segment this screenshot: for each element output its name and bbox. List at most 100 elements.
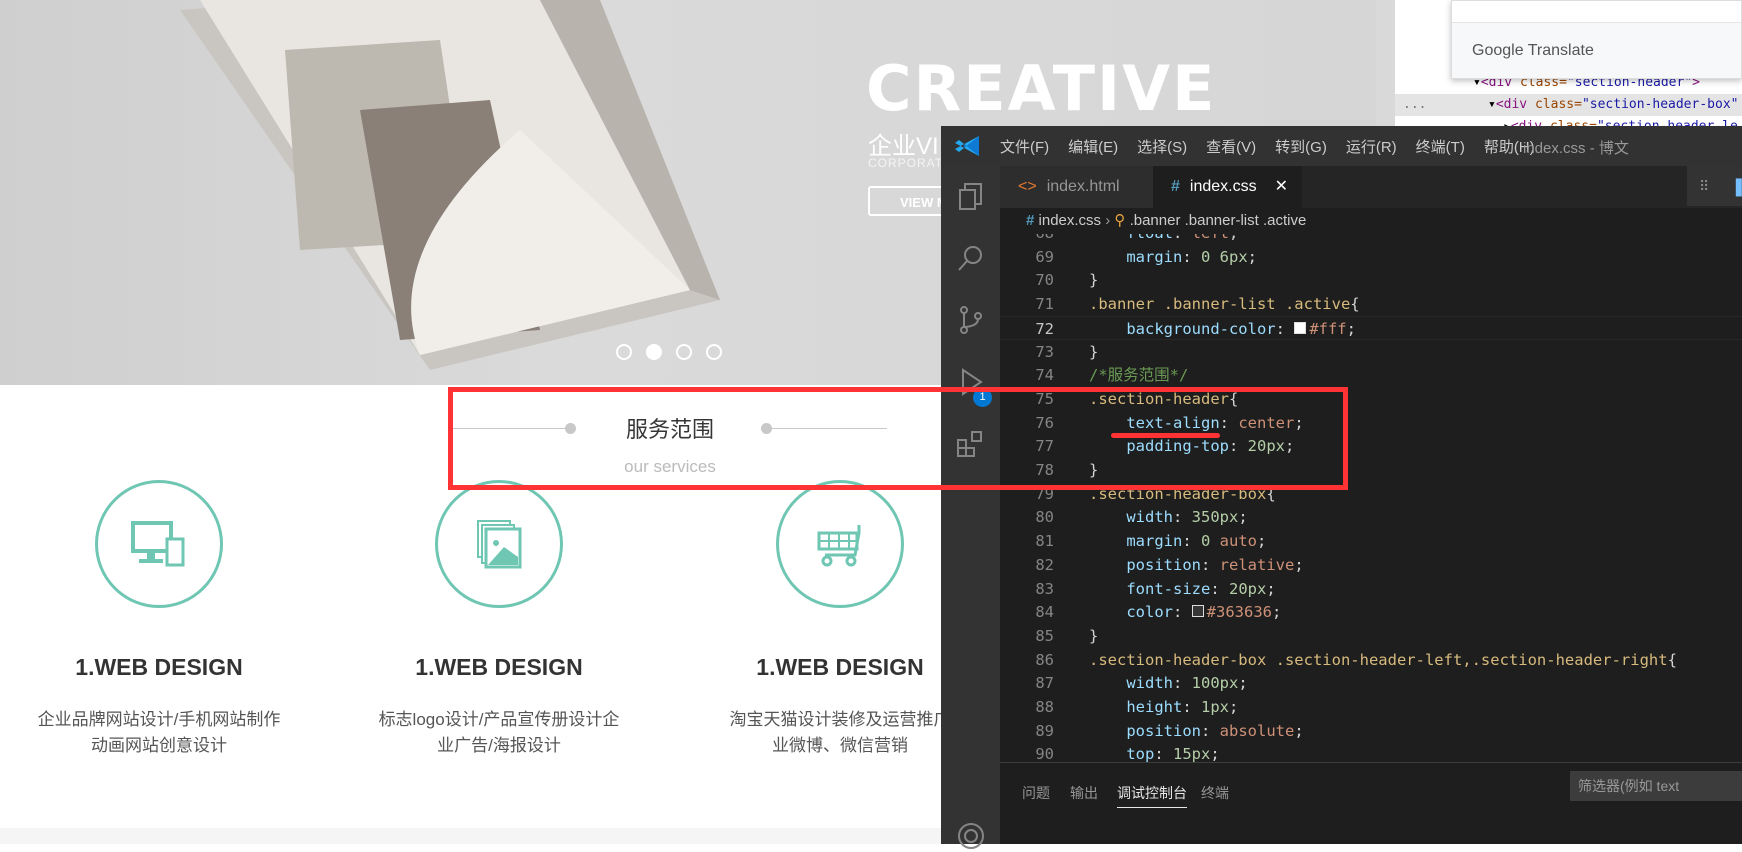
code-editor[interactable]: 68 float: left;69 margin: 0 6px;70}71.ba… xyxy=(1000,234,1742,762)
menu-item[interactable]: 编辑(E) xyxy=(1068,136,1118,157)
google-translate-label: Google Translate xyxy=(1472,42,1594,59)
code-token: 0 xyxy=(1201,532,1220,551)
code-text: margin: 0 auto; xyxy=(1089,529,1266,553)
tab-index-css[interactable]: # index.css ✕ xyxy=(1153,166,1302,208)
line-number: 84 xyxy=(1035,603,1054,622)
code-token: ; xyxy=(1294,555,1304,574)
menu-item[interactable]: 查看(V) xyxy=(1206,136,1256,157)
banner-dot-3[interactable] xyxy=(676,344,692,360)
color-swatch xyxy=(1191,605,1204,618)
tab-label: index.css xyxy=(1189,178,1257,195)
source-control-icon[interactable] xyxy=(955,304,987,336)
line-number: 69 xyxy=(1035,247,1054,266)
breadcrumb-symbol[interactable]: .banner .banner-list .active xyxy=(1130,212,1307,229)
line-number: 81 xyxy=(1035,532,1054,551)
code-line[interactable]: 83 font-size: 20px; xyxy=(1000,577,1742,601)
breadcrumb-file[interactable]: index.css xyxy=(1039,212,1102,229)
line-number: 89 xyxy=(1035,721,1054,740)
filter-input[interactable]: 筛选器(例如 text xyxy=(1570,771,1742,801)
pause-icon[interactable]: ❚❚ xyxy=(1731,176,1742,197)
code-line[interactable]: 71 .banner .banner-list .active{ xyxy=(1000,292,1742,316)
code-line[interactable]: 80 width: 350px; xyxy=(1000,505,1742,529)
debug-toolbar: ⠿❚❚↷ xyxy=(1687,166,1742,206)
code-token: width xyxy=(1126,674,1173,693)
service-card: 1.WEB DESIGN 标志logo设计/产品宣传册设计企 业广告/海报设计 xyxy=(349,480,649,759)
code-text: } xyxy=(1089,624,1098,648)
code-line[interactable]: 81 margin: 0 auto; xyxy=(1000,529,1742,553)
service-description: 企业品牌网站设计/手机网站制作 动画网站创意设计 xyxy=(9,707,309,759)
banner-dot-2-active[interactable] xyxy=(646,344,662,360)
underline-annotation xyxy=(1111,433,1220,438)
code-text: margin: 0 6px; xyxy=(1089,245,1257,269)
code-line[interactable]: 87 width: 100px; xyxy=(1000,671,1742,695)
breadcrumb: # index.css › ⚲ .banner .banner-list .ac… xyxy=(1000,208,1742,234)
code-token: #363636 xyxy=(1206,603,1272,622)
code-line[interactable]: 74 /*服务范围*/ xyxy=(1000,363,1742,387)
code-line[interactable]: 86 .section-header-box .section-header-le… xyxy=(1000,648,1742,672)
menu-item[interactable]: 终端(T) xyxy=(1416,136,1465,157)
menu-item[interactable]: 转到(G) xyxy=(1275,136,1327,157)
code-token: : xyxy=(1200,555,1220,574)
chevron-right-icon: › xyxy=(1105,212,1111,229)
line-number: 82 xyxy=(1035,555,1054,574)
menu-item[interactable]: 文件(F) xyxy=(1000,136,1049,157)
code-line[interactable]: 73} xyxy=(1000,340,1742,364)
panel-tab[interactable]: 问题 xyxy=(1022,783,1050,803)
code-token: ; xyxy=(1238,508,1248,527)
code-line[interactable]: 88 height: 1px; xyxy=(1000,695,1742,719)
next-section-background xyxy=(0,828,941,844)
code-token: { xyxy=(1667,650,1677,669)
line-number: 83 xyxy=(1035,579,1054,598)
code-text: } xyxy=(1089,340,1098,364)
tab-index-html[interactable]: <> index.html xyxy=(1000,166,1153,208)
code-line[interactable]: 72 background-color: #fff; xyxy=(1000,315,1742,340)
code-token: : xyxy=(1182,532,1201,551)
code-text: width: 100px; xyxy=(1089,671,1248,695)
code-line[interactable]: 90 top: 15px; xyxy=(1000,742,1742,762)
banner-dot-1[interactable] xyxy=(616,344,632,360)
panel-tab[interactable]: 调试控制台 xyxy=(1117,783,1187,808)
service-icon-circle xyxy=(95,480,223,608)
editor-tabs: <>index.html #index.css✕ ⠿❚❚↷ xyxy=(1000,166,1742,208)
dom-node-section-header-box[interactable]: ... ▾<div class="section-header-box" xyxy=(1395,94,1742,116)
code-line[interactable]: 69 margin: 0 6px; xyxy=(1000,245,1742,269)
panel-tab[interactable]: 终端 xyxy=(1201,783,1229,803)
code-token: height xyxy=(1126,698,1183,716)
code-token: color xyxy=(1126,603,1173,622)
code-token: #fff xyxy=(1309,319,1347,338)
code-token: : xyxy=(1182,247,1201,266)
explorer-icon[interactable] xyxy=(955,180,987,212)
account-icon[interactable] xyxy=(955,820,987,852)
code-line[interactable]: 68 float: left; xyxy=(1000,234,1742,245)
code-text: } xyxy=(1089,268,1098,292)
line-number: 87 xyxy=(1035,674,1054,693)
code-text: position: absolute; xyxy=(1089,719,1303,743)
devices-icon xyxy=(131,521,185,567)
code-token: absolute xyxy=(1219,721,1295,740)
cart-icon xyxy=(817,525,861,567)
banner-dot-4[interactable] xyxy=(706,344,722,360)
code-token: ; xyxy=(1238,674,1248,693)
code-line[interactable]: 84 color: #363636; xyxy=(1000,600,1742,624)
code-line[interactable]: 89 position: absolute; xyxy=(1000,719,1742,743)
code-line[interactable]: 85} xyxy=(1000,624,1742,648)
code-text: position: relative; xyxy=(1089,553,1304,577)
panel-tab[interactable]: 输出 xyxy=(1070,783,1098,803)
dom-tag: <div xyxy=(1495,97,1535,112)
vscode-titlebar: 文件(F) 编辑(E) 选择(S) 查看(V) 转到(G) 运行(R) 终端(T) 帮助(H)… xyxy=(941,126,1742,166)
google-translate-popup: Google Translate xyxy=(1451,0,1742,79)
code-line[interactable]: 70} xyxy=(1000,268,1742,292)
code-line[interactable]: 82 position: relative; xyxy=(1000,553,1742,577)
close-tab-icon[interactable]: ✕ xyxy=(1275,178,1288,195)
code-token: ; xyxy=(1210,745,1220,762)
menu-item[interactable]: 选择(S) xyxy=(1137,136,1187,157)
code-token: } xyxy=(1089,626,1099,645)
search-icon[interactable] xyxy=(955,242,987,274)
menu-item[interactable]: 运行(R) xyxy=(1346,136,1397,157)
drag-handle-icon[interactable]: ⠿ xyxy=(1699,178,1709,195)
